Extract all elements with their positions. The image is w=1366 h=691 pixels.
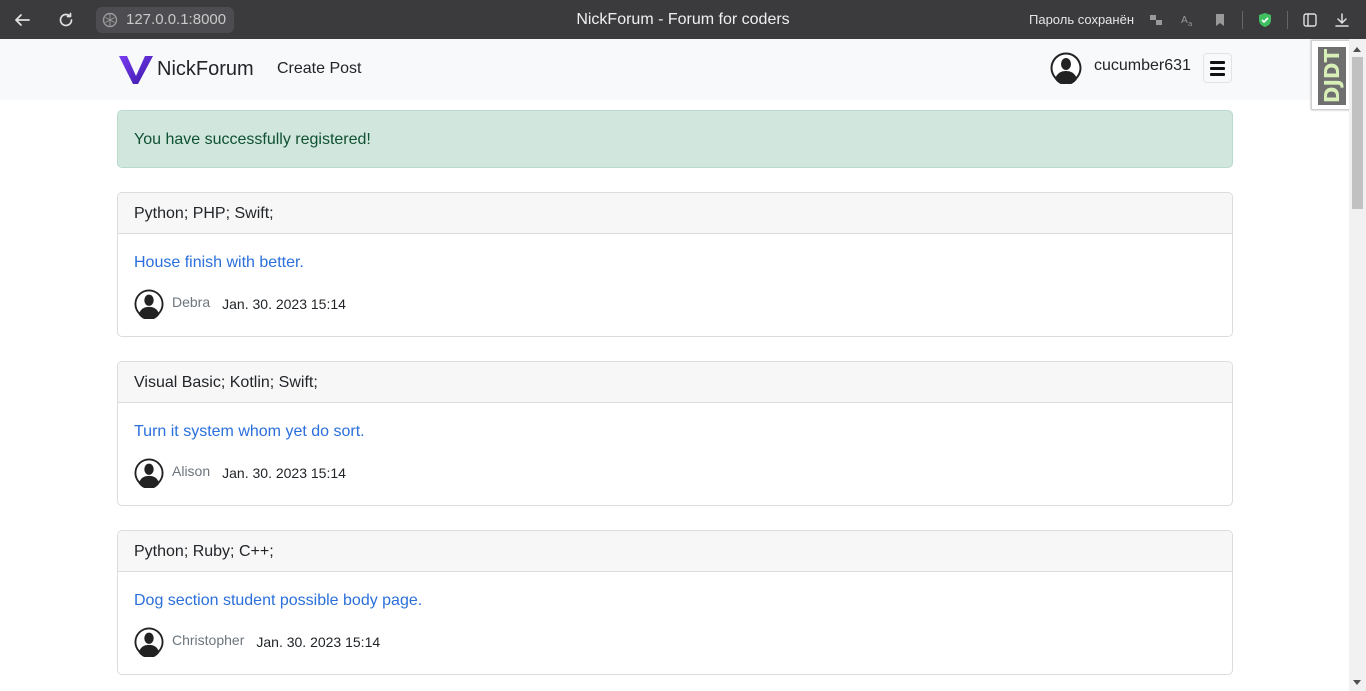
adblock-button[interactable]: [1249, 0, 1281, 39]
key-icon: [1150, 14, 1162, 25]
username-label: cucumber631: [1094, 57, 1191, 74]
author-avatar-icon: [134, 289, 164, 319]
post-tags: Visual Basic; Kotlin; Swift;: [118, 362, 1232, 403]
translate-button[interactable]: Aa: [1172, 0, 1204, 39]
post-date: Jan. 30. 2023 15:14: [256, 634, 381, 650]
download-icon: [1335, 12, 1349, 27]
url-text: 127.0.0.1:8000: [126, 11, 227, 28]
post-author-link[interactable]: Debra: [172, 294, 210, 310]
hamburger-menu-button[interactable]: [1203, 53, 1232, 83]
page-scrollbar[interactable]: [1349, 39, 1366, 691]
scroll-up-arrow-icon[interactable]: [1353, 47, 1361, 52]
collections-button[interactable]: [1294, 0, 1326, 39]
django-debug-toolbar-handle[interactable]: DJDT: [1311, 40, 1351, 110]
user-avatar-icon: [1050, 52, 1082, 84]
scroll-thumb[interactable]: [1352, 57, 1363, 209]
password-manager-button[interactable]: [1140, 0, 1172, 39]
post-tags: Python; PHP; Swift;: [118, 193, 1232, 234]
bookmark-icon: [1216, 13, 1224, 26]
toolbar-divider: [1242, 10, 1243, 29]
post-meta: Alison Jan. 30. 2023 15:14: [134, 458, 346, 488]
author-avatar-icon: [134, 627, 164, 657]
create-post-link[interactable]: Create Post: [277, 60, 361, 78]
brand-name: NickForum: [157, 57, 254, 80]
author-avatar-icon: [134, 458, 164, 488]
post-card: Python; Ruby; C++; Dog section student p…: [117, 530, 1233, 675]
toolbar-divider: [1287, 10, 1288, 29]
scroll-down-arrow-icon[interactable]: [1353, 680, 1361, 685]
reload-icon: [59, 12, 73, 26]
hamburger-icon-line: [1210, 60, 1225, 64]
hamburger-icon-line: [1210, 66, 1225, 70]
hamburger-icon-line: [1210, 72, 1225, 76]
post-date: Jan. 30. 2023 15:14: [222, 465, 346, 481]
post-card: Python; PHP; Swift; House finish with be…: [117, 192, 1233, 337]
bookmark-button[interactable]: [1204, 0, 1236, 39]
site-info-icon: [102, 12, 118, 27]
post-title-link[interactable]: House finish with better.: [134, 254, 304, 272]
user-menu[interactable]: cucumber631: [1050, 52, 1191, 84]
post-author-link[interactable]: Alison: [172, 463, 210, 479]
post-title-link[interactable]: Dog section student possible body page.: [134, 592, 422, 610]
toolbar-right: Пароль сохранён Aa: [1029, 0, 1358, 39]
post-meta: Debra Jan. 30. 2023 15:14: [134, 289, 346, 319]
browser-toolbar: 127.0.0.1:8000 NickForum - Forum for cod…: [0, 0, 1366, 39]
brand-link[interactable]: NickForum: [118, 53, 254, 85]
translate-icon: Aa: [1181, 15, 1192, 28]
collections-icon: [1303, 12, 1317, 27]
post-date: Jan. 30. 2023 15:14: [222, 296, 346, 312]
post-author-link[interactable]: Christopher: [172, 632, 244, 648]
post-tags: Python; Ruby; C++;: [118, 531, 1232, 572]
address-bar[interactable]: 127.0.0.1:8000: [96, 6, 235, 33]
svg-text:A: A: [1181, 15, 1188, 26]
reload-button[interactable]: [44, 0, 88, 39]
downloads-button[interactable]: [1326, 0, 1358, 39]
site-navbar: NickForum Create Post cucumber631: [0, 39, 1366, 100]
back-button[interactable]: [0, 0, 44, 39]
djdt-badge: DJDT: [1318, 47, 1346, 105]
shield-icon: [1259, 12, 1271, 27]
arrow-left-icon: [15, 13, 30, 26]
post-card: Visual Basic; Kotlin; Swift; Turn it sys…: [117, 361, 1233, 506]
success-alert: You have successfully registered!: [117, 110, 1233, 168]
post-title-link[interactable]: Turn it system whom yet do sort.: [134, 423, 365, 441]
nickforum-logo-icon: [119, 56, 153, 84]
svg-text:a: a: [1188, 20, 1192, 28]
password-saved-text: Пароль сохранён: [1029, 12, 1134, 27]
post-meta: Christopher Jan. 30. 2023 15:14: [134, 627, 380, 657]
djdt-label: DJDT: [1320, 48, 1345, 104]
